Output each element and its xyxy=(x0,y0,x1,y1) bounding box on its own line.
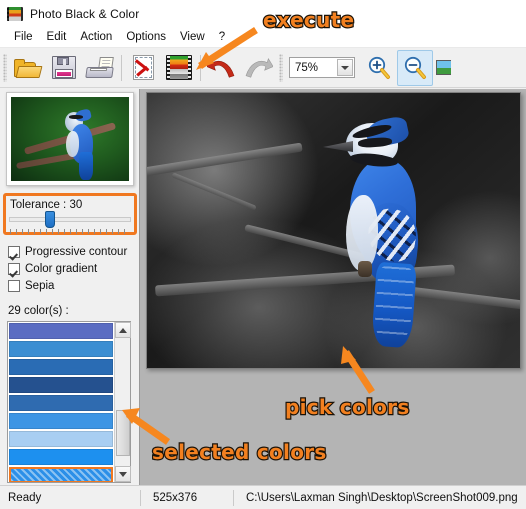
title-bar: Photo Black & Color xyxy=(0,0,526,27)
menu-bar: File Edit Action Options View ? xyxy=(0,27,526,48)
color-swatch[interactable] xyxy=(9,341,113,357)
application-window: Photo Black & Color File Edit Action Opt… xyxy=(0,0,526,509)
print-button[interactable] xyxy=(82,50,118,86)
window-title: Photo Black & Color xyxy=(30,6,140,21)
empty-checkbox-icon xyxy=(8,280,20,292)
menu-item-action[interactable]: Action xyxy=(74,29,120,45)
toolbar-separator xyxy=(200,54,201,81)
file-path: C:\Users\Laxman Singh\Desktop\ScreenShot… xyxy=(246,491,518,504)
toolbar-grip[interactable] xyxy=(3,53,7,82)
edited-photo[interactable] xyxy=(147,93,520,368)
open-file-button[interactable] xyxy=(10,50,46,86)
tolerance-group-highlight: Tolerance : 30 xyxy=(3,193,137,235)
magnifier-plus-icon xyxy=(368,56,390,79)
menu-item-view[interactable]: View xyxy=(174,29,213,45)
toolbar-grip[interactable] xyxy=(279,53,283,82)
film-strip-icon xyxy=(166,55,192,80)
open-folder-icon xyxy=(14,57,43,79)
printer-icon xyxy=(85,56,114,79)
options-checkbox-group: Progressive contour Color gradient Sepia xyxy=(8,244,127,295)
photo-frame[interactable] xyxy=(146,92,521,369)
page-cancel-icon xyxy=(132,55,154,80)
color-swatch[interactable] xyxy=(9,449,113,465)
thumbnail-preview[interactable] xyxy=(6,92,134,186)
status-bar: Ready 525x376 C:\Users\Laxman Singh\Desk… xyxy=(0,485,526,509)
blue-jay-subject xyxy=(322,114,437,349)
menu-item-file[interactable]: File xyxy=(8,29,41,45)
checkbox-progressive-contour[interactable]: Progressive contour xyxy=(8,244,127,260)
undo-button[interactable] xyxy=(204,50,240,86)
menu-item-help[interactable]: ? xyxy=(213,29,233,45)
magnifier-minus-icon xyxy=(404,56,426,79)
fit-image-button[interactable] xyxy=(433,50,451,86)
color-count-label: 29 color(s) : xyxy=(8,305,69,317)
tolerance-slider-thumb[interactable] xyxy=(45,211,55,228)
status-separator xyxy=(140,489,141,506)
color-swatch[interactable] xyxy=(9,323,113,339)
checkbox-label: Color gradient xyxy=(25,263,98,275)
tolerance-slider-track[interactable] xyxy=(9,217,131,222)
checkmark-icon xyxy=(8,263,20,275)
reset-button[interactable] xyxy=(125,50,161,86)
status-text: Ready xyxy=(8,491,42,504)
resize-image-icon xyxy=(433,57,451,79)
menu-item-options[interactable]: Options xyxy=(120,29,174,45)
color-swatch[interactable] xyxy=(9,467,113,482)
zoom-level-value: 75% xyxy=(295,61,319,74)
execute-button[interactable] xyxy=(161,50,197,86)
color-swatch[interactable] xyxy=(9,359,113,375)
save-file-button[interactable] xyxy=(46,50,82,86)
status-separator xyxy=(233,489,234,506)
menu-item-edit[interactable]: Edit xyxy=(41,29,75,45)
checkbox-label: Sepia xyxy=(25,280,55,292)
undo-arrow-icon xyxy=(207,57,235,78)
canvas-area[interactable] xyxy=(139,89,526,485)
left-control-panel: Tolerance : 30 Progressive contour Color… xyxy=(0,89,139,485)
zoom-level-select[interactable]: 75% xyxy=(289,57,355,78)
thumbnail-image xyxy=(11,97,129,181)
checkbox-label: Progressive contour xyxy=(25,246,128,258)
chevron-down-icon[interactable] xyxy=(337,59,353,76)
toolbar-separator xyxy=(121,54,122,81)
scrollbar-thumb[interactable] xyxy=(116,410,130,456)
checkbox-color-gradient[interactable]: Color gradient xyxy=(8,261,127,277)
tolerance-label: Tolerance : 30 xyxy=(10,199,83,211)
zoom-in-button[interactable] xyxy=(361,50,397,86)
color-swatch[interactable] xyxy=(9,431,113,447)
scroll-down-icon[interactable] xyxy=(115,466,131,482)
checkbox-sepia[interactable]: Sepia xyxy=(8,278,127,294)
redo-button[interactable] xyxy=(240,50,276,86)
color-swatch[interactable] xyxy=(9,413,113,429)
zoom-out-button[interactable] xyxy=(397,49,433,86)
color-swatch[interactable] xyxy=(9,377,113,393)
toolbar: 75% xyxy=(0,48,526,88)
image-dimensions: 525x376 xyxy=(153,491,198,504)
film-strip-icon xyxy=(7,6,23,21)
color-swatch-container xyxy=(8,322,114,482)
floppy-disk-icon xyxy=(52,56,76,79)
color-list-scrollbar[interactable] xyxy=(114,322,131,482)
redo-arrow-icon xyxy=(245,57,273,78)
scroll-up-icon[interactable] xyxy=(115,322,131,338)
color-swatch[interactable] xyxy=(9,395,113,411)
tolerance-slider-ticks xyxy=(10,229,130,234)
checkmark-icon xyxy=(8,246,20,258)
color-list[interactable] xyxy=(7,321,131,483)
